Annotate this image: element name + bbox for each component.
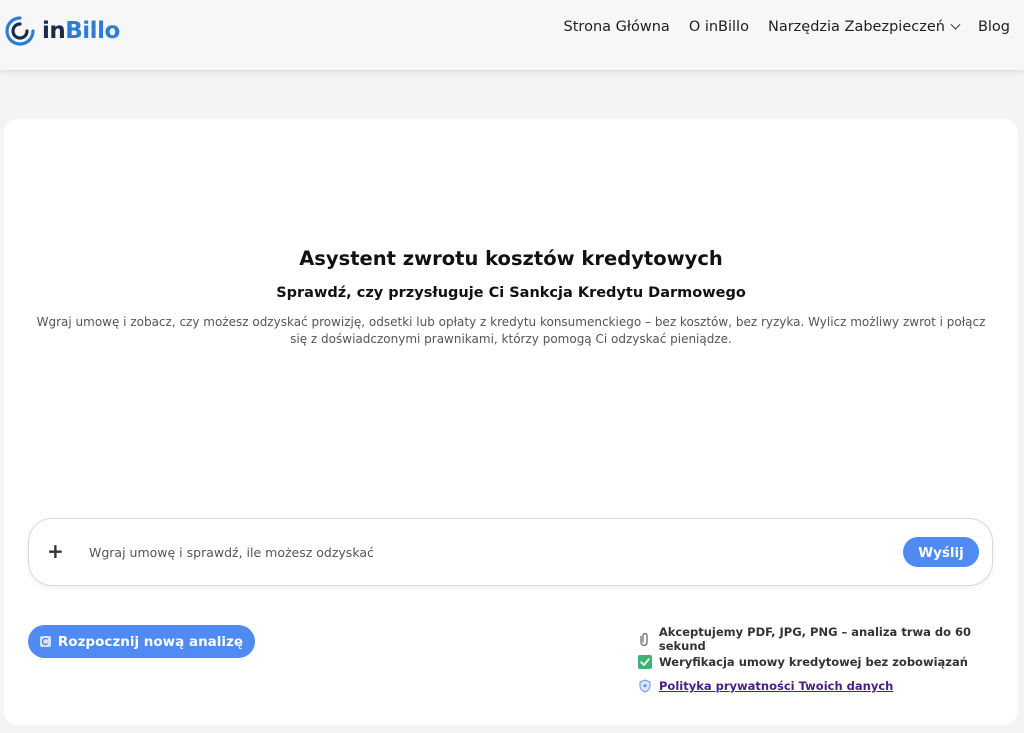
new-analysis-button[interactable]: Rozpocznij nową analizę <box>28 625 255 658</box>
info-verification: Weryfikacja umowy kredytowej bez zobowią… <box>638 651 1018 675</box>
nav-item-home-label: Strona Główna <box>563 19 670 35</box>
nav-item-about[interactable]: O inBillo <box>689 19 749 35</box>
page-description: Wgraj umowę i zobacz, czy możesz odzyska… <box>36 315 986 346</box>
nav-item-security-tools[interactable]: Narzędzia Zabezpieczeń <box>767 19 961 35</box>
paperclip-icon <box>638 632 652 646</box>
page-title: Asystent zwrotu kosztów kredytowych <box>299 247 723 270</box>
info-list: Akceptujemy PDF, JPG, PNG – analiza trwa… <box>638 624 1018 698</box>
send-button[interactable]: Wyślij <box>903 537 979 567</box>
privacy-policy-link[interactable]: Polityka prywatności Twoich danych <box>659 679 893 693</box>
logo-text: inBillo <box>42 18 120 44</box>
logo-text-in: in <box>42 18 66 44</box>
nav-item-home[interactable]: Strona Główna <box>564 19 670 35</box>
checkmark-icon <box>638 655 652 670</box>
info-privacy: Polityka prywatności Twoich danych <box>638 674 1018 698</box>
info-verification-text: Weryfikacja umowy kredytowej bez zobowią… <box>659 655 968 670</box>
chevron-down-icon <box>950 19 961 30</box>
logo-text-billo: Billo <box>65 18 120 44</box>
inbillo-logo[interactable]: inBillo <box>4 13 120 49</box>
refresh-icon <box>39 636 51 647</box>
top-navigation-bar: inBillo Strona Główna O inBillo Narzędzi… <box>0 0 1024 70</box>
shield-icon <box>638 679 652 693</box>
attach-plus-icon[interactable]: + <box>47 539 64 563</box>
chat-input[interactable] <box>87 539 871 565</box>
page-subtitle: Sprawdź, czy przysługuje Ci Sankcja Kred… <box>276 285 746 301</box>
info-formats: Akceptujemy PDF, JPG, PNG – analiza trwa… <box>638 624 1018 653</box>
info-formats-text: Akceptujemy PDF, JPG, PNG – analiza trwa… <box>658 624 972 653</box>
nav-item-about-label: O inBillo <box>688 19 749 35</box>
assistant-card: Asystent zwrotu kosztów kredytowych Spra… <box>4 119 1018 725</box>
new-analysis-label: Rozpocznij nową analizę <box>57 633 244 650</box>
nav-item-blog-label: Blog <box>977 19 1010 35</box>
nav-item-blog[interactable]: Blog <box>978 19 1010 35</box>
logo-swirl-icon <box>5 16 35 46</box>
chat-input-box: + Wyślij <box>28 518 993 586</box>
main-nav: Strona Główna O inBillo Narzędzia Zabezp… <box>545 19 1010 35</box>
nav-item-security-tools-label: Narzędzia Zabezpieczeń <box>767 19 945 35</box>
